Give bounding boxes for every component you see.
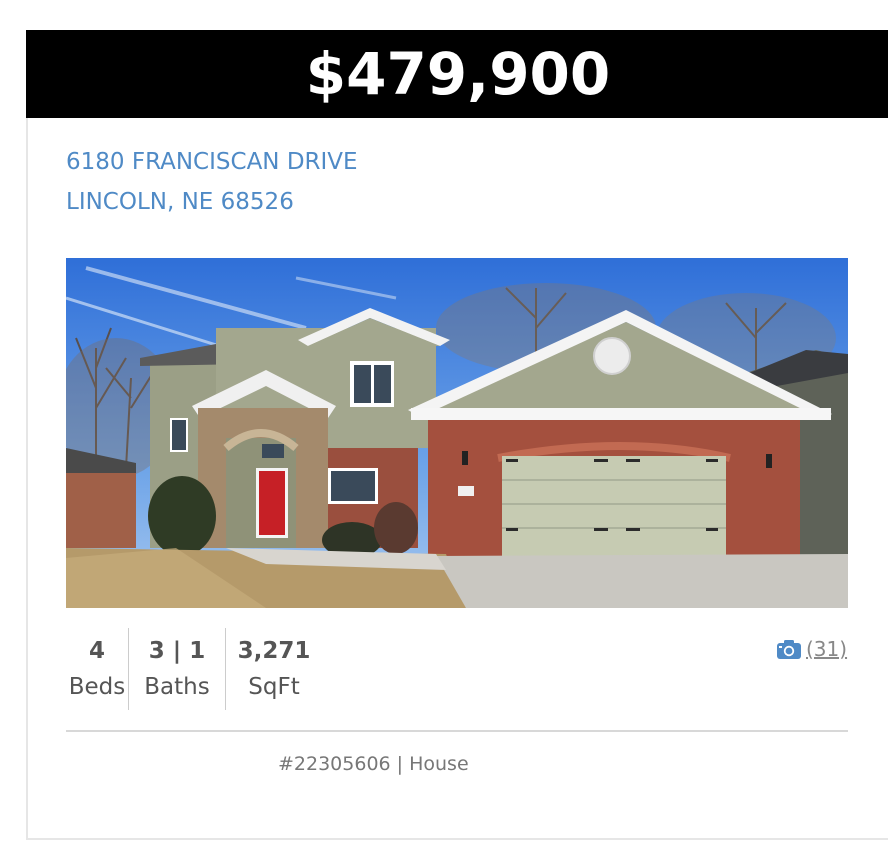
sqft-value: 3,271: [237, 638, 311, 664]
price-bar: $479,900: [26, 30, 888, 118]
beds-label: Beds: [68, 674, 126, 700]
baths-value: 3 | 1: [148, 638, 206, 664]
beds-value: 4: [88, 638, 105, 664]
sqft-label: SqFt: [248, 674, 300, 700]
house-photo-image: [66, 258, 848, 608]
divider: [66, 730, 848, 732]
address-line-2: LINCOLN, NE 68526: [66, 189, 294, 215]
address-line-1: 6180 FRANCISCAN DRIVE: [66, 149, 358, 175]
mls-info: #22305606 | House: [278, 753, 469, 775]
camera-icon: [776, 638, 802, 660]
listing-card: $479,900 6180 FRANCISCAN DRIVE LINCOLN, …: [26, 30, 888, 840]
beds-stat: 4 Beds: [66, 628, 128, 710]
baths-stat: 3 | 1 Baths: [128, 628, 225, 710]
sqft-stat: 3,271 SqFt: [225, 628, 322, 710]
photo-count-link[interactable]: (31): [776, 636, 847, 662]
listing-stats: 4 Beds 3 | 1 Baths 3,271 SqFt: [66, 628, 322, 710]
baths-label: Baths: [144, 674, 210, 700]
photo-count: (31): [806, 637, 848, 661]
address-link[interactable]: 6180 FRANCISCAN DRIVE LINCOLN, NE 68526: [66, 142, 358, 222]
listing-price: $479,900: [305, 40, 611, 108]
listing-photo[interactable]: [66, 258, 848, 608]
